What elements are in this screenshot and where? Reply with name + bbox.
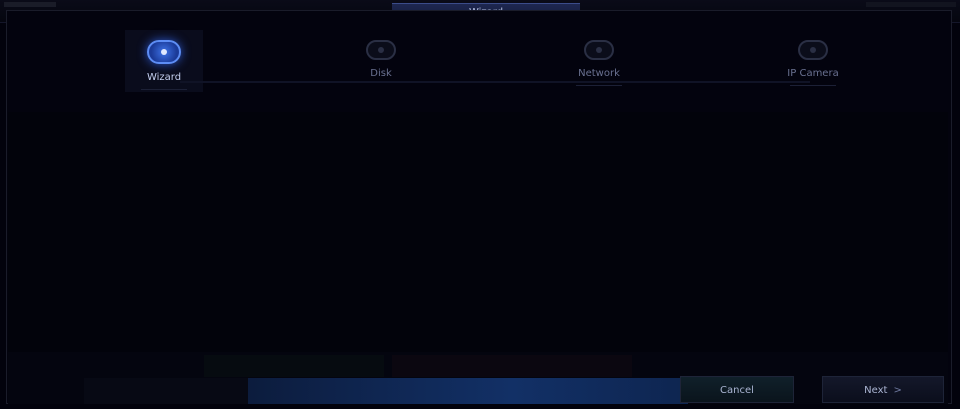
title-bar-left-decoration bbox=[4, 2, 56, 7]
step-underline bbox=[141, 89, 187, 90]
gear-icon bbox=[147, 40, 181, 64]
step-label: Network bbox=[578, 68, 620, 79]
footer-highlight-bar bbox=[248, 378, 688, 404]
step-underline bbox=[576, 85, 622, 86]
camera-icon bbox=[798, 40, 828, 60]
network-icon bbox=[584, 40, 614, 60]
step-label: Disk bbox=[370, 68, 392, 79]
next-button[interactable]: Next > bbox=[822, 376, 944, 403]
stepper-connector-line bbox=[180, 81, 810, 83]
wizard-footer: Cancel Next > bbox=[8, 352, 948, 404]
footer-decoration bbox=[392, 355, 632, 377]
step-ip-camera[interactable]: IP Camera bbox=[758, 40, 868, 86]
step-wizard[interactable]: Wizard bbox=[109, 40, 219, 90]
next-button-label: Next bbox=[864, 385, 888, 396]
cancel-button-label: Cancel bbox=[720, 385, 754, 396]
footer-decoration bbox=[204, 355, 384, 377]
footer-decoration bbox=[84, 378, 254, 404]
disk-icon bbox=[366, 40, 396, 60]
step-label: Wizard bbox=[146, 72, 182, 83]
chevron-right-icon: > bbox=[893, 385, 902, 396]
wizard-screen: Wizard Wizard Disk Network IP Camera bbox=[0, 0, 960, 409]
step-label: IP Camera bbox=[787, 68, 839, 79]
step-disk[interactable]: Disk bbox=[326, 40, 436, 79]
wizard-content-area bbox=[8, 112, 948, 352]
title-bar-right-decoration bbox=[866, 2, 956, 7]
step-underline bbox=[790, 85, 836, 86]
cancel-button[interactable]: Cancel bbox=[680, 376, 794, 403]
wizard-stepper: Wizard Disk Network IP Camera bbox=[0, 30, 960, 110]
step-network[interactable]: Network bbox=[544, 40, 654, 86]
